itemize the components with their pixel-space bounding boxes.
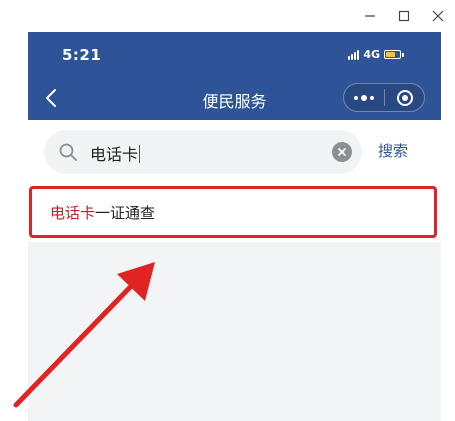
search-icon [59, 143, 77, 161]
status-time: 5:21 [62, 46, 102, 64]
mini-program-window: 5:21 4G 便民服务 电话卡 搜索 电话卡一证通查 [28, 32, 441, 421]
status-icons: 4G [348, 48, 404, 61]
clear-icon[interactable] [332, 142, 352, 162]
target-close-icon[interactable] [385, 84, 424, 111]
search-bar: 电话卡 搜索 [28, 120, 441, 182]
search-input[interactable]: 电话卡 [44, 130, 362, 174]
search-button[interactable]: 搜索 [378, 140, 408, 161]
more-dots-icon[interactable] [344, 84, 384, 111]
capsule-menu [343, 83, 425, 112]
result-keyword-match: 电话卡 [50, 204, 96, 222]
minimize-icon[interactable] [353, 0, 387, 32]
nav-bar: 便民服务 [28, 76, 441, 120]
close-icon[interactable] [421, 0, 455, 32]
result-title-rest: 一证通查 [95, 204, 156, 222]
result-title: 电话卡一证通查 [50, 202, 155, 223]
list-item[interactable]: 电话卡一证通查 [28, 182, 441, 242]
search-input-value: 电话卡 [90, 145, 141, 164]
maximize-icon[interactable] [387, 0, 421, 32]
battery-icon [384, 50, 404, 59]
window-controls [353, 0, 455, 32]
signal-icon [348, 49, 360, 60]
status-bar: 5:21 4G [28, 32, 441, 76]
network-type: 4G [363, 48, 380, 61]
